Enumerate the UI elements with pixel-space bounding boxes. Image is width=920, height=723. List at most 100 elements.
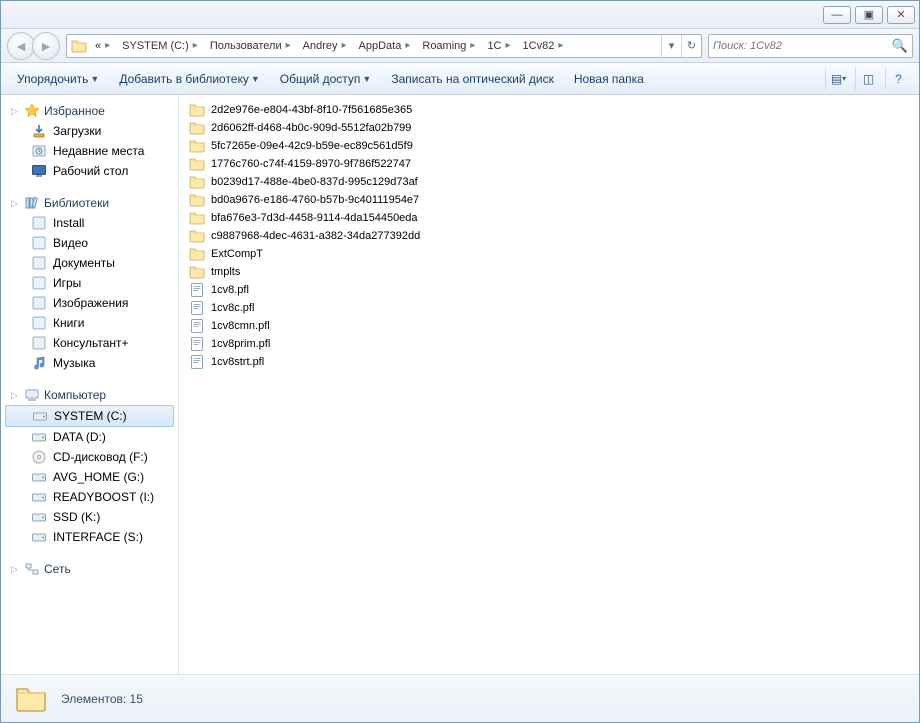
libi-icon — [31, 255, 47, 271]
nav-forward-button[interactable]: ► — [32, 32, 60, 60]
folder-item[interactable]: 1776c760-c74f-4159-8970-9f786f522747 — [187, 155, 911, 173]
address-bar[interactable]: «▸SYSTEM (C:)▸Пользователи▸Andrey▸AppDat… — [66, 34, 702, 58]
breadcrumb-segment[interactable]: Roaming▸ — [418, 40, 483, 52]
file-icon — [189, 318, 205, 334]
sidebar-item[interactable]: DATA (D:) — [1, 427, 178, 447]
libi-icon — [31, 315, 47, 331]
breadcrumb-segment[interactable]: «▸ — [91, 40, 118, 52]
folder-icon — [189, 246, 205, 262]
folder-item[interactable]: tmplts — [187, 263, 911, 281]
folder-item[interactable]: bd0a9676-e186-4760-b57b-9c40111954e7 — [187, 191, 911, 209]
sidebar-item[interactable]: Изображения — [1, 293, 178, 313]
libi-icon — [31, 275, 47, 291]
sidebar-item-label: Книги — [53, 316, 84, 330]
sidebar-item-label: Загрузки — [53, 124, 101, 138]
view-options-button[interactable]: ▤▾ — [825, 68, 851, 90]
file-item[interactable]: 1cv8cmn.pfl — [187, 317, 911, 335]
computer-icon — [24, 387, 40, 403]
breadcrumb-segment[interactable]: 1C▸ — [483, 40, 518, 52]
computer-header[interactable]: ▷Компьютер — [1, 385, 178, 405]
network-header[interactable]: ▷Сеть — [1, 559, 178, 579]
folder-item[interactable]: ExtCompT — [187, 245, 911, 263]
folder-item[interactable]: b0239d17-488e-4be0-837d-995c129d73af — [187, 173, 911, 191]
file-name-label: 1cv8cmn.pfl — [211, 320, 270, 332]
folder-icon — [189, 264, 205, 280]
file-name-label: bfa676e3-7d3d-4458-9114-4da154450eda — [211, 212, 418, 224]
sidebar-item[interactable]: Музыка — [1, 353, 178, 373]
sidebar-item[interactable]: Консультант+ — [1, 333, 178, 353]
folder-icon — [71, 38, 87, 54]
sidebar-item[interactable]: AVG_HOME (G:) — [1, 467, 178, 487]
folder-item[interactable]: c9887968-4dec-4631-a382-34da277392dd — [187, 227, 911, 245]
hdd-icon — [31, 529, 47, 545]
share-button[interactable]: Общий доступ▼ — [272, 68, 380, 90]
star-icon — [24, 103, 40, 119]
sidebar-item-label: Игры — [53, 276, 81, 290]
file-item[interactable]: 1cv8strt.pfl — [187, 353, 911, 371]
sidebar-item[interactable]: Документы — [1, 253, 178, 273]
cd-icon — [31, 449, 47, 465]
organize-button[interactable]: Упорядочить▼ — [9, 68, 107, 90]
folder-item[interactable]: 5fc7265e-09e4-42c9-b59e-ec89c561d5f9 — [187, 137, 911, 155]
file-item[interactable]: 1cv8c.pfl — [187, 299, 911, 317]
file-item[interactable]: 1cv8prim.pfl — [187, 335, 911, 353]
add-to-library-button[interactable]: Добавить в библиотеку▼ — [111, 68, 267, 90]
sidebar-item[interactable]: INTERFACE (S:) — [1, 527, 178, 547]
nav-back-button[interactable]: ◄ — [7, 32, 35, 60]
folder-item[interactable]: bfa676e3-7d3d-4458-9114-4da154450eda — [187, 209, 911, 227]
help-button[interactable]: ? — [885, 68, 911, 90]
sidebar-item-label: Музыка — [53, 356, 95, 370]
sidebar-item-label: Изображения — [53, 296, 128, 310]
address-refresh-button[interactable]: ↻ — [681, 35, 701, 57]
sidebar-item[interactable]: READYBOOST (I:) — [1, 487, 178, 507]
search-box[interactable]: 🔍 — [708, 34, 913, 58]
preview-pane-button[interactable]: ◫ — [855, 68, 881, 90]
libi-icon — [31, 235, 47, 251]
file-name-label: 5fc7265e-09e4-42c9-b59e-ec89c561d5f9 — [211, 140, 413, 152]
libi-icon — [31, 335, 47, 351]
sidebar-item[interactable]: SYSTEM (C:) — [5, 405, 174, 427]
file-icon — [189, 282, 205, 298]
file-name-label: 1cv8.pfl — [211, 284, 249, 296]
file-list-pane[interactable]: 2d2e976e-e804-43bf-8f10-7f561685e365 2d60… — [179, 95, 919, 674]
file-name-label: bd0a9676-e186-4760-b57b-9c40111954e7 — [211, 194, 419, 206]
breadcrumb-segment[interactable]: Andrey▸ — [299, 40, 355, 52]
window-minimize-button[interactable]: — — [823, 6, 851, 24]
sidebar-item[interactable]: CD-дисковод (F:) — [1, 447, 178, 467]
burn-button[interactable]: Записать на оптический диск — [383, 68, 562, 90]
file-name-label: tmplts — [211, 266, 240, 278]
breadcrumb-segment[interactable]: Пользователи▸ — [206, 40, 299, 52]
sidebar-item[interactable]: Install — [1, 213, 178, 233]
file-item[interactable]: 1cv8.pfl — [187, 281, 911, 299]
sidebar-item[interactable]: Книги — [1, 313, 178, 333]
folder-item[interactable]: 2d6062ff-d468-4b0c-909d-5512fa02b799 — [187, 119, 911, 137]
search-input[interactable] — [713, 40, 892, 52]
file-name-label: 2d2e976e-e804-43bf-8f10-7f561685e365 — [211, 104, 412, 116]
file-name-label: 1cv8c.pfl — [211, 302, 254, 314]
sidebar-item[interactable]: Загрузки — [1, 121, 178, 141]
sidebar-item[interactable]: SSD (K:) — [1, 507, 178, 527]
breadcrumb-segment[interactable]: 1Cv82▸ — [519, 40, 572, 52]
sidebar-item[interactable]: Видео — [1, 233, 178, 253]
folder-item[interactable]: 2d2e976e-e804-43bf-8f10-7f561685e365 — [187, 101, 911, 119]
sidebar-item-label: Недавние места — [53, 144, 144, 158]
window-maximize-button[interactable]: ▣ — [855, 6, 883, 24]
sidebar-item[interactable]: Игры — [1, 273, 178, 293]
recent-icon — [31, 143, 47, 159]
navigation-sidebar: ▷Избранное Загрузки Недавние места Рабочий… — [1, 95, 179, 674]
address-dropdown-button[interactable]: ▾ — [661, 35, 681, 57]
libraries-header[interactable]: ▷Библиотеки — [1, 193, 178, 213]
folder-icon — [189, 174, 205, 190]
sidebar-item[interactable]: Недавние места — [1, 141, 178, 161]
sidebar-item-label: Рабочий стол — [53, 164, 128, 178]
sidebar-item-label: Консультант+ — [53, 336, 129, 350]
sidebar-item[interactable]: Рабочий стол — [1, 161, 178, 181]
hdd-icon — [32, 408, 48, 424]
sidebar-item-label: CD-дисковод (F:) — [53, 450, 148, 464]
new-folder-button[interactable]: Новая папка — [566, 68, 652, 90]
breadcrumb-segment[interactable]: SYSTEM (C:)▸ — [118, 40, 206, 52]
favorites-header[interactable]: ▷Избранное — [1, 101, 178, 121]
window-close-button[interactable]: ✕ — [887, 6, 915, 24]
hdd-icon — [31, 429, 47, 445]
breadcrumb-segment[interactable]: AppData▸ — [355, 40, 419, 52]
